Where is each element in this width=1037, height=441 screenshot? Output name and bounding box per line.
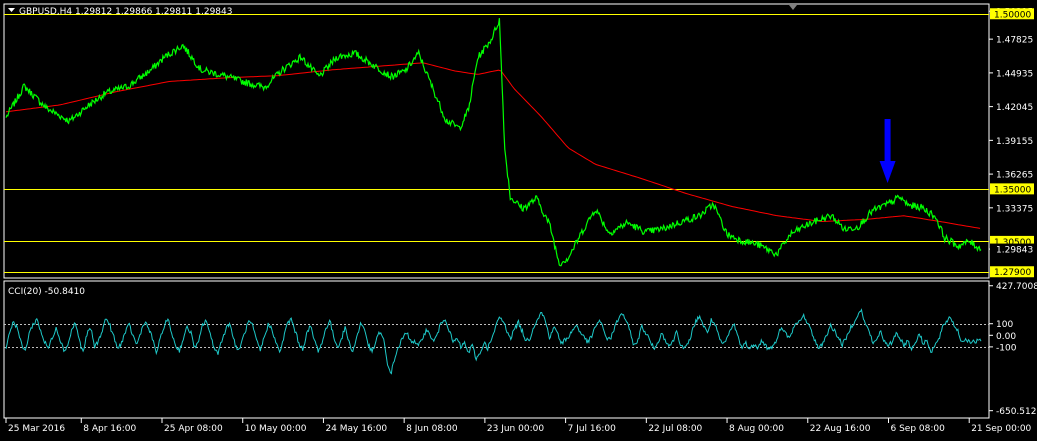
time-tick-label: 21 Sep 00:00	[971, 424, 1031, 434]
time-tick-label: 8 Jun 08:00	[406, 424, 458, 434]
cci-tick-label: -650.5122	[996, 407, 1037, 417]
time-tick-label: 7 Jul 16:00	[568, 424, 617, 434]
level-price-tag-label: 1.50000	[994, 10, 1031, 20]
time-tick-label: 6 Sep 08:00	[890, 424, 945, 434]
time-tick-label: 22 Aug 16:00	[810, 424, 871, 434]
cci-tick-label: 427.7008	[996, 282, 1037, 292]
time-tick-label: 8 Aug 00:00	[729, 424, 784, 434]
level-price-tag-label: 1.27900	[994, 268, 1031, 278]
chart-window: GBPUSD,H4 1.29812 1.29866 1.29811 1.2984…	[0, 0, 1037, 441]
price-tick-label: 1.36265	[996, 171, 1033, 181]
price-tick-label: 1.44935	[996, 69, 1033, 79]
cci-tick-label: 100	[996, 320, 1013, 330]
time-tick-label: 24 May 16:00	[325, 424, 387, 434]
time-tick-label: 22 Jul 08:00	[648, 424, 702, 434]
price-tick-label: 1.47825	[996, 36, 1033, 46]
main-title: GBPUSD,H4 1.29812 1.29866 1.29811 1.2984…	[19, 7, 232, 17]
time-tick-label: 23 Jun 00:00	[487, 424, 544, 434]
time-tick-label: 25 Apr 08:00	[164, 424, 223, 434]
cci-tick-label: -100	[996, 343, 1017, 353]
close-price-tag-label: 1.29843	[996, 246, 1033, 256]
indicator-title: CCI(20) -50.8410	[8, 287, 85, 297]
cci-tick-label: 0.00	[996, 332, 1016, 342]
price-tick-label: 1.42045	[996, 103, 1033, 113]
time-tick-label: 10 May 00:00	[245, 424, 307, 434]
price-tick-label: 1.33375	[996, 204, 1033, 214]
price-tick-label: 1.39155	[996, 137, 1033, 147]
time-tick-label: 8 Apr 16:00	[83, 424, 136, 434]
level-price-tag-label: 1.35000	[994, 185, 1031, 195]
time-tick-label: 25 Mar 2016	[8, 424, 65, 434]
